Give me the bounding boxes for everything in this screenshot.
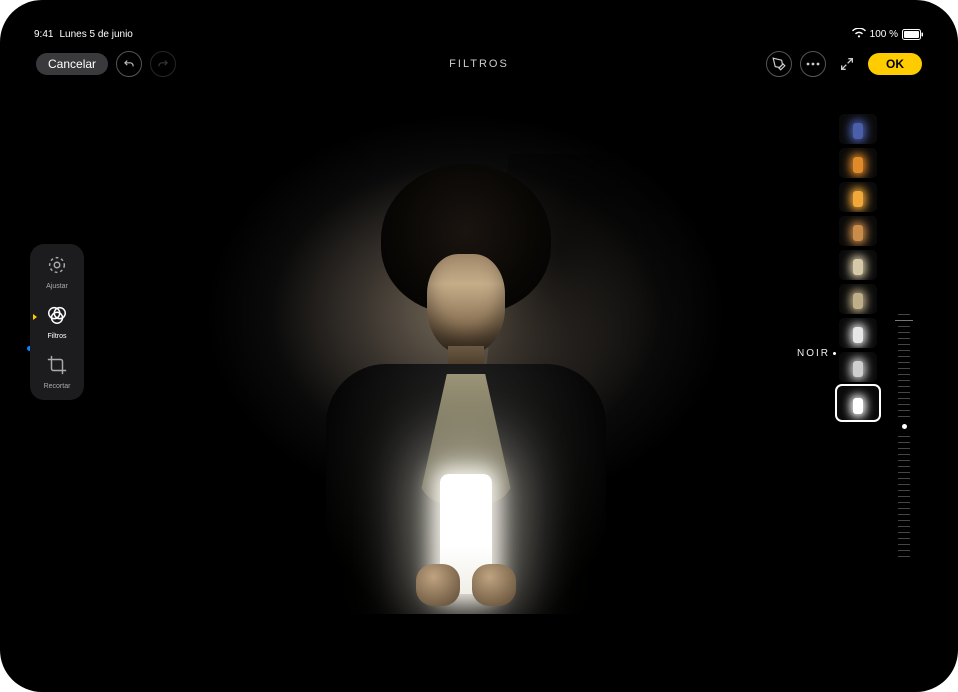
editor-toolbar: Cancelar FILTROS OK bbox=[24, 44, 934, 84]
sidebar-item-label: Recortar bbox=[44, 383, 71, 390]
filter-thumb[interactable] bbox=[839, 182, 877, 212]
sidebar-item-adjust[interactable]: Ajustar bbox=[30, 254, 84, 290]
status-bar: 9:41 Lunes 5 de junio 100 % bbox=[24, 24, 934, 44]
status-date: Lunes 5 de junio bbox=[59, 29, 132, 40]
filter-thumb[interactable] bbox=[837, 386, 879, 420]
done-button[interactable]: OK bbox=[868, 53, 922, 75]
more-button[interactable] bbox=[800, 51, 826, 77]
filter-thumb[interactable] bbox=[839, 318, 877, 348]
fullscreen-button[interactable] bbox=[834, 51, 860, 77]
redo-button[interactable] bbox=[150, 51, 176, 77]
crop-icon bbox=[46, 354, 68, 381]
editor-mode-title: FILTROS bbox=[449, 58, 509, 70]
battery-icon bbox=[902, 29, 924, 40]
filter-thumb[interactable] bbox=[839, 148, 877, 178]
selected-filter-label: NOIR bbox=[797, 348, 830, 359]
intensity-slider[interactable] bbox=[894, 314, 914, 634]
edit-mode-sidebar: Ajustar Filtros Recortar bbox=[30, 244, 84, 400]
sidebar-item-label: Filtros bbox=[47, 333, 66, 340]
markup-button[interactable] bbox=[766, 51, 792, 77]
cancel-button[interactable]: Cancelar bbox=[36, 53, 108, 75]
intensity-handle[interactable] bbox=[902, 424, 907, 429]
status-time: 9:41 bbox=[34, 29, 53, 40]
sidebar-item-crop[interactable]: Recortar bbox=[30, 354, 84, 390]
filter-thumb[interactable] bbox=[839, 216, 877, 246]
filter-thumb[interactable] bbox=[839, 250, 877, 280]
edited-photo bbox=[146, 114, 786, 614]
photo-canvas[interactable] bbox=[94, 84, 838, 644]
adjust-icon bbox=[46, 254, 68, 281]
battery-percent: 100 % bbox=[870, 29, 898, 40]
wifi-icon bbox=[852, 28, 866, 41]
filter-thumbnails[interactable] bbox=[836, 114, 880, 420]
filter-thumb[interactable] bbox=[839, 114, 877, 144]
filter-thumb[interactable] bbox=[839, 352, 877, 382]
filters-icon bbox=[46, 304, 68, 331]
sidebar-item-label: Ajustar bbox=[46, 283, 68, 290]
filter-thumb[interactable] bbox=[839, 284, 877, 314]
sidebar-item-filters[interactable]: Filtros bbox=[30, 304, 84, 340]
undo-button[interactable] bbox=[116, 51, 142, 77]
